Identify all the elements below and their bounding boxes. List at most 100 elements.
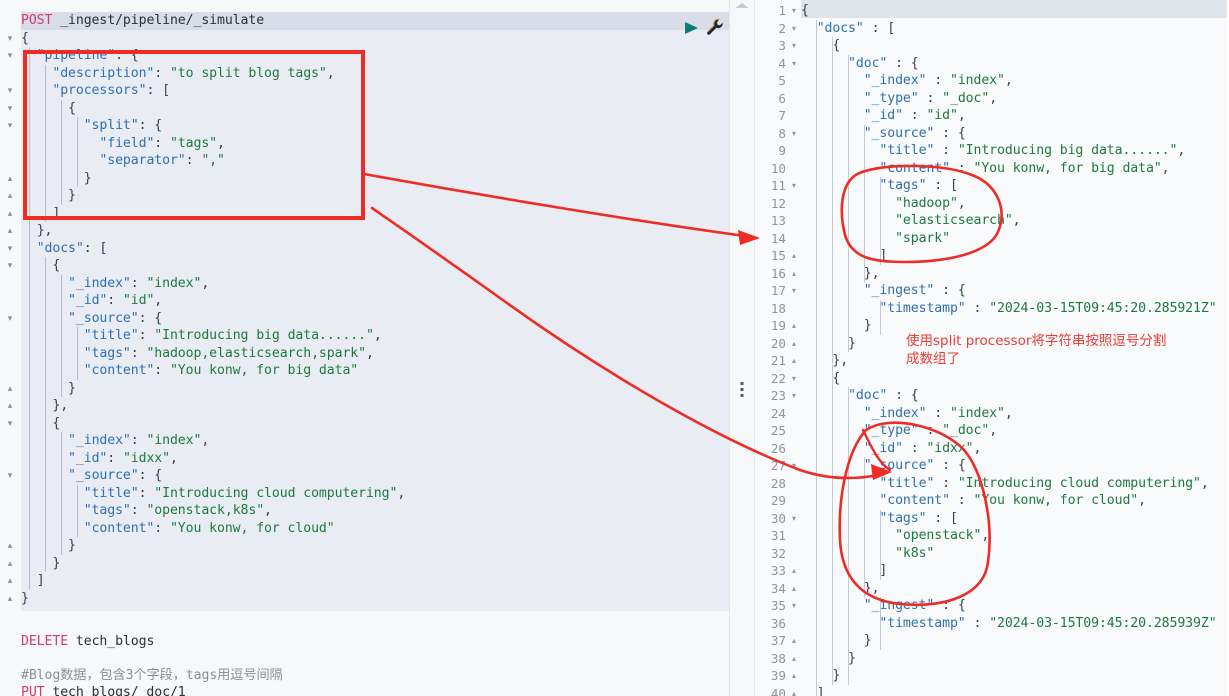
play-icon[interactable] [681,18,701,38]
fold-down-icon[interactable]: ▾ [789,177,799,195]
fold-up-icon[interactable]: ▴ [3,174,17,184]
response-line-number: 33 [770,563,786,578]
fold-down-icon[interactable]: ▾ [789,510,799,528]
indent-guide [45,64,46,222]
request-editor-pane[interactable]: ▾ ▾ ▾ ▾ ▾ ▴ ▴ ▴ ▴ ▾ ▾ ▾ ▴ ▴ ▾ ▾ ▴ ▴ ▴ ▴ POST _ingest/pipeli… [0,0,729,696]
fold-down-icon[interactable]: ▾ [789,125,799,143]
fold-down-icon[interactable]: ▾ [789,55,799,73]
response-code-line: "content" : "You konw, for big data", [879,160,1170,176]
fold-down-icon[interactable]: ▾ [789,37,799,55]
fold-up-icon[interactable]: ▴ [789,247,799,265]
request-code-line: { [21,30,29,46]
fold-up-icon[interactable]: ▴ [789,265,799,283]
splitter-drag-handle[interactable] [740,382,744,397]
fold-up-icon[interactable]: ▴ [789,632,799,650]
request-code-line: "pipeline": { [36,48,139,63]
fold-down-icon[interactable]: ▾ [789,387,799,405]
response-code-line: }, [832,353,849,368]
response-line-number: 37 [770,633,786,648]
request-code-line: "description": "to split blog tags", [52,65,335,81]
request-code-line: { [52,415,61,431]
response-active-line [755,0,1227,18]
response-code-line: } [863,633,872,648]
response-code-line: }, [863,265,880,281]
fold-up-icon[interactable]: ▴ [789,580,799,598]
indent-guide [848,387,849,685]
fold-down-icon[interactable]: ▾ [789,282,799,300]
response-line-number: 28 [770,475,786,491]
fold-down-icon[interactable]: ▾ [789,20,799,38]
response-line-number: 31 [770,528,786,543]
fold-up-icon[interactable]: ▴ [3,401,17,411]
fold-up-icon[interactable]: ▴ [789,317,799,335]
fold-up-icon[interactable]: ▴ [789,667,799,685]
request-code-line: }, [36,223,53,238]
request-code-line: "separator": "," [99,153,225,168]
request-code-line: { [52,258,61,273]
fold-down-icon[interactable]: ▾ [3,314,17,324]
response-line-number: 12 [770,195,786,211]
indent-guide [77,327,78,380]
fold-up-icon[interactable]: ▴ [3,576,17,586]
fold-up-icon[interactable]: ▴ [789,335,799,353]
scroll-up-nub[interactable] [735,3,749,8]
request-code-area[interactable]: POST _ingest/pipeline/_simulate { "pipeli… [21,0,729,696]
fold-up-icon[interactable]: ▴ [3,559,17,569]
response-code-line: { [832,38,841,53]
response-line-number: 3 [778,38,786,53]
response-code-line: ] [879,248,888,263]
request-fold-gutter[interactable]: ▾ ▾ ▾ ▾ ▾ ▴ ▴ ▴ ▴ ▾ ▾ ▾ ▴ ▴ ▾ ▾ ▴ ▴ ▴ ▴ [0,0,21,696]
fold-down-icon[interactable]: ▾ [3,51,17,61]
console-window: ▾ ▾ ▾ ▾ ▾ ▴ ▴ ▴ ▴ ▾ ▾ ▾ ▴ ▴ ▾ ▾ ▴ ▴ ▴ ▴ POST _ingest/pipeli… [0,0,1229,696]
fold-up-icon[interactable]: ▴ [3,209,17,219]
fold-down-icon[interactable]: ▾ [789,370,799,388]
request-code-line: "title": "Introducing big data......", [83,328,382,343]
fold-up-icon[interactable]: ▴ [3,594,17,604]
indent-guide [864,457,865,597]
fold-down-icon[interactable]: ▾ [3,104,17,114]
fold-down-icon[interactable]: ▾ [3,261,17,271]
request-trailing-line: PUT tech_blogs/_doc/1 [21,685,186,696]
fold-down-icon[interactable]: ▾ [3,34,17,44]
fold-up-icon[interactable]: ▴ [789,685,799,696]
response-line-number: 1 [778,3,786,18]
fold-down-icon[interactable]: ▾ [789,597,799,615]
fold-down-icon[interactable]: ▾ [3,419,17,429]
response-code-line: "_source" : { [863,125,966,141]
response-code-line: "openstack", [895,528,990,543]
request-code-line: "processors": [ [52,83,170,98]
response-line-number: 9 [778,143,786,158]
response-code-line: "_id" : "idxx", [863,440,982,456]
fold-up-icon[interactable]: ▴ [789,650,799,668]
fold-down-icon[interactable]: ▾ [789,457,799,475]
response-line-number: 10 [770,160,786,176]
response-line-number-gutter[interactable]: 1 ▾ 2 ▾ 3 ▾ 4 ▾ 5 6 7 8 ▾ 9 10 11 ▾ 12 13 14 15 ▴ 16 ▴ 17 ▾ 18 19 ▴ 2… [755,0,801,696]
response-code-line: "elasticsearch", [895,213,1021,228]
fold-down-icon[interactable]: ▾ [789,2,799,20]
pane-splitter[interactable] [729,0,755,696]
fold-down-icon[interactable]: ▾ [3,86,17,96]
response-code-line: }, [863,580,880,596]
response-line-number: 38 [770,650,786,666]
fold-down-icon[interactable]: ▾ [3,471,17,481]
request-code-line: "content": "You konw, for cloud" [83,520,335,536]
response-code-line: "title" : "Introducing big data......", [879,143,1186,158]
fold-up-icon[interactable]: ▴ [789,352,799,370]
fold-up-icon[interactable]: ▴ [789,562,799,580]
fold-up-icon[interactable]: ▴ [3,226,17,236]
fold-down-icon[interactable]: ▾ [3,244,17,254]
fold-up-icon[interactable]: ▴ [3,191,17,201]
indent-guide [29,47,30,590]
fold-up-icon[interactable]: ▴ [3,541,17,551]
response-code-line: "timestamp" : "2024-03-15T09:45:20.28592… [879,300,1217,316]
request-code-line: ] [52,205,61,221]
response-code-line: "doc" : { [848,388,919,403]
indent-guide [880,597,881,650]
fold-up-icon[interactable]: ▴ [3,384,17,394]
fold-down-icon[interactable]: ▾ [3,121,17,131]
wrench-icon[interactable] [705,17,725,37]
response-code-line: "content" : "You konw, for cloud", [879,493,1146,508]
response-line-number: 4 [778,55,786,71]
request-code-line: "_index": "index", [68,275,210,291]
request-code-line: "content": "You konw, for big data" [83,363,359,378]
